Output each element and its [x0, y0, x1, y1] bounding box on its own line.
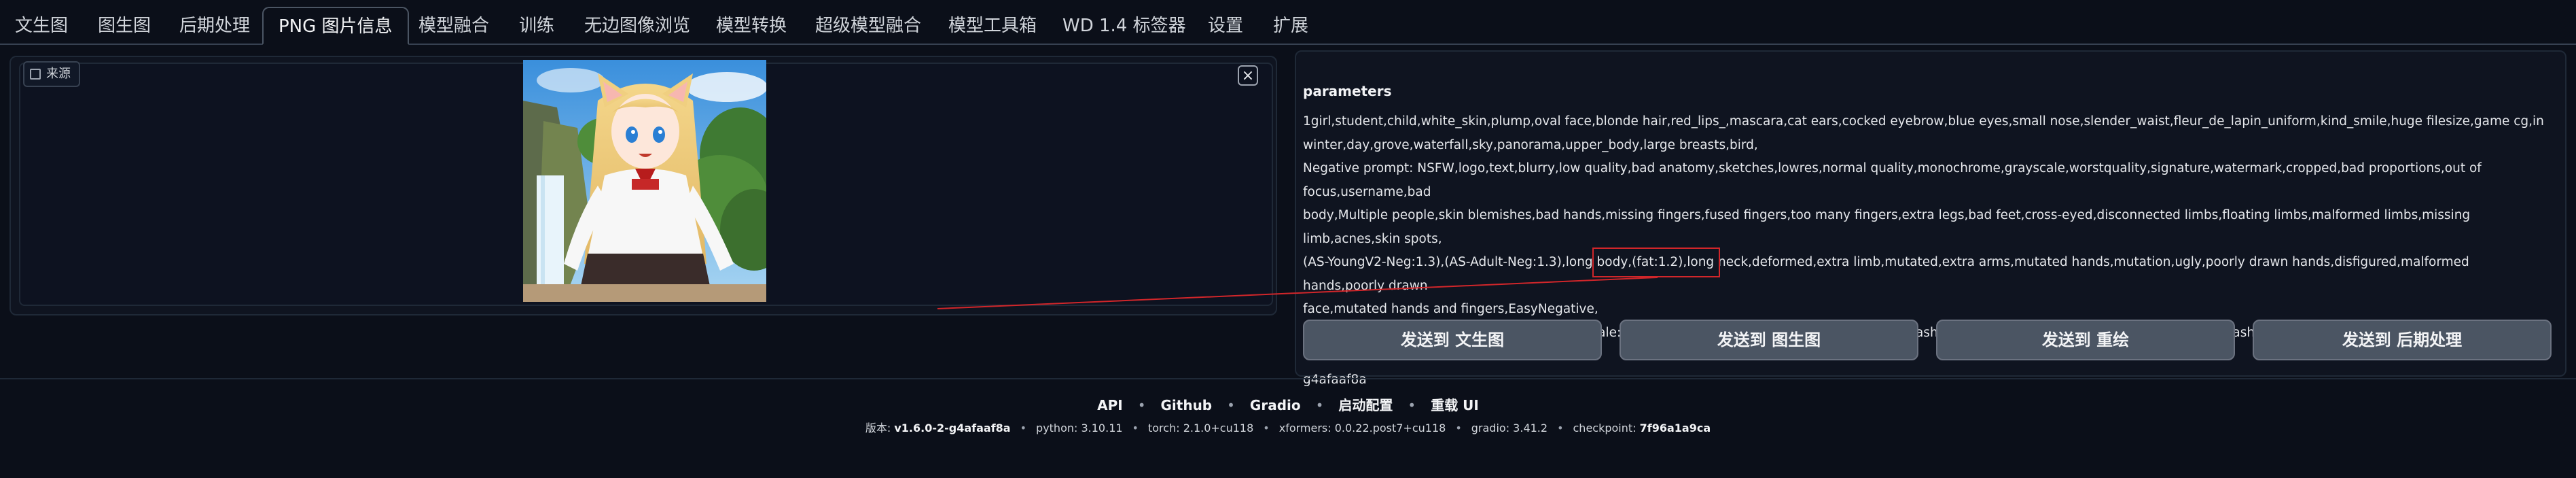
image-icon — [30, 69, 41, 80]
tab-img2img[interactable]: 图生图 — [98, 8, 151, 44]
send-to-img2img-button[interactable]: 发送到 图生图 — [1620, 320, 1918, 360]
send-to-txt2img-button[interactable]: 发送到 文生图 — [1303, 320, 1602, 360]
version-value: v1.6.0-2-g4afaaf8a — [894, 422, 1011, 434]
tab-settings[interactable]: 设置 — [1208, 8, 1243, 44]
tab-wd-tagger[interactable]: WD 1.4 标签器 — [1062, 8, 1186, 44]
source-label: 来源 — [23, 61, 80, 87]
param-line: 1girl,student,child,white_skin,plump,ova… — [1303, 114, 2544, 129]
close-icon[interactable]: × — [1238, 65, 1258, 86]
tab-infinite-browser[interactable]: 无边图像浏览 — [584, 8, 690, 44]
tab-png-info[interactable]: PNG 图片信息 — [262, 7, 409, 45]
torch-version: torch: 2.1.0+cu118 — [1147, 422, 1254, 434]
footer-separator: • — [1020, 422, 1027, 434]
footer-separator: • — [1408, 397, 1416, 413]
tab-checkpoint-merger[interactable]: 模型融合 — [418, 8, 489, 44]
param-line: (AS-YoungV2-Neg:1.3),(AS-Adult-Neg:1.3),… — [1303, 255, 2469, 293]
footer-divider — [0, 378, 2576, 379]
footer-link-reload-ui[interactable]: 重载 UI — [1431, 397, 1479, 413]
python-version: python: 3.10.11 — [1036, 422, 1123, 434]
footer-separator: • — [1227, 397, 1235, 413]
footer-separator: • — [1263, 422, 1270, 434]
tab-supermerger[interactable]: 超级模型融合 — [815, 8, 921, 44]
param-line: winter,day,grove,waterfall,sky,panorama,… — [1303, 137, 1758, 152]
tab-extensions[interactable]: 扩展 — [1273, 8, 1308, 44]
version-label: 版本: — [865, 422, 891, 434]
footer-link-api[interactable]: API — [1097, 397, 1123, 413]
anime-girl-image — [523, 60, 766, 302]
tab-model-toolkit[interactable]: 模型工具箱 — [948, 8, 1037, 44]
footer-separator: • — [1315, 397, 1324, 413]
seed-highlight-box — [1592, 247, 1720, 277]
footer-link-github[interactable]: Github — [1161, 397, 1213, 413]
footer-versions: 版本: v1.6.0-2-g4afaaf8a • python: 3.10.11 • t… — [0, 419, 2576, 435]
send-to-inpaint-button[interactable]: 发送到 重绘 — [1936, 320, 2235, 360]
send-to-extras-button[interactable]: 发送到 后期处理 — [2253, 320, 2552, 360]
footer-separator: • — [1557, 422, 1564, 434]
checkpoint-label: checkpoint: — [1573, 422, 1636, 434]
footer-links: API • Github • Gradio • 启动配置 • 重载 UI — [0, 394, 2576, 414]
param-line: g4afaaf8a — [1303, 372, 1367, 387]
footer-separator: • — [1132, 422, 1139, 434]
gradio-version: gradio: 3.41.2 — [1471, 422, 1548, 434]
source-label-text: 来源 — [46, 67, 71, 81]
param-line: body,Multiple people,skin blemishes,bad … — [1303, 208, 2471, 246]
footer-link-gradio[interactable]: Gradio — [1250, 397, 1301, 413]
xformers-version: xformers: 0.0.22.post7+cu118 — [1278, 422, 1446, 434]
footer-separator: • — [1455, 422, 1462, 434]
tab-bar: 文生图 图生图 后期处理 PNG 图片信息 模型融合 训练 无边图像浏览 模型转… — [0, 0, 2576, 45]
tab-extras[interactable]: 后期处理 — [179, 8, 250, 44]
checkpoint-value: 7f96a1a9ca — [1639, 422, 1711, 434]
footer-separator: • — [1137, 397, 1146, 413]
param-line: Negative prompt: NSFW,logo,text,blurry,l… — [1303, 161, 2482, 199]
parameters-title: parameters — [1303, 83, 1392, 99]
param-line: face,mutated hands and fingers,EasyNegat… — [1303, 302, 1598, 316]
tab-model-converter[interactable]: 模型转换 — [716, 8, 787, 44]
footer-link-startup-profile[interactable]: 启动配置 — [1338, 397, 1393, 413]
tab-txt2img[interactable]: 文生图 — [15, 8, 68, 44]
tab-train[interactable]: 训练 — [519, 8, 554, 44]
